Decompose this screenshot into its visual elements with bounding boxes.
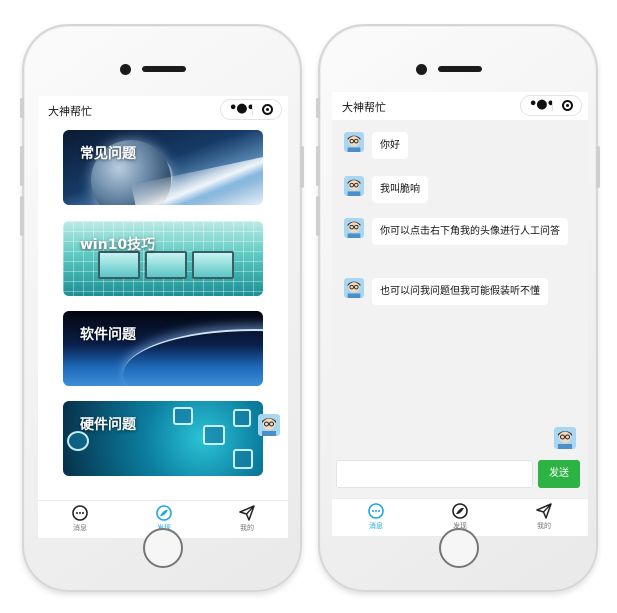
power-button [300, 146, 304, 188]
thumbs-up-icon [203, 425, 225, 445]
monitor-image [192, 251, 234, 279]
mini-program-capsule: •●• [520, 95, 582, 116]
navbar: 大神帮忙 •●• [38, 96, 288, 124]
bot-avatar [344, 278, 364, 298]
message-input[interactable] [336, 460, 533, 488]
banner-common-problems[interactable]: 常见问题 [63, 130, 263, 205]
more-menu-icon[interactable]: •●• [229, 100, 255, 119]
chat-screen: 大神帮忙 •●• 你好 我叫脆响 你可以点击右下角我的头像进行人工问答 也可以问… [332, 92, 588, 536]
paper-plane-icon [239, 505, 255, 521]
mute-switch [316, 98, 320, 118]
avatar-icon [344, 176, 364, 196]
discover-screen: 大神帮忙 •●• 常见问题 win10技巧 软件问题 硬件问题 消息 我的 [38, 96, 288, 538]
avatar-icon [344, 218, 364, 238]
capsule-divider [552, 101, 553, 111]
support-avatar-button[interactable] [258, 414, 280, 436]
more-menu-icon[interactable]: •●• [529, 96, 555, 115]
message-bubble: 你可以点击右下角我的头像进行人工问答 [372, 218, 568, 245]
bot-avatar [344, 132, 364, 152]
human-support-avatar-button[interactable] [554, 427, 576, 449]
banner-label: 常见问题 [80, 146, 136, 162]
volume-up-button [20, 146, 24, 186]
tab-mine[interactable]: 我的 [217, 504, 277, 533]
navbar: 大神帮忙 •●• [332, 92, 588, 120]
volume-down-button [20, 196, 24, 236]
tab-mine[interactable]: 我的 [514, 502, 574, 531]
planet-horizon-image [123, 329, 263, 386]
earpiece-speaker [438, 66, 482, 72]
tab-label: 消息 [73, 524, 87, 532]
clock-app-icon [233, 449, 253, 469]
message-bubble: 也可以问我问题但我可能假装听不懂 [372, 278, 548, 305]
tab-messages[interactable]: 消息 [346, 502, 406, 531]
mute-switch [20, 98, 24, 118]
tab-label: 我的 [240, 524, 254, 532]
tab-label: 我的 [537, 522, 551, 530]
bot-avatar [344, 218, 364, 238]
message-bubble: 我叫脆响 [372, 176, 428, 203]
left-phone-frame: 大神帮忙 •●• 常见问题 win10技巧 软件问题 硬件问题 消息 我的 [20, 24, 304, 592]
message-dots-icon [368, 503, 384, 519]
home-button[interactable] [143, 528, 183, 568]
avatar-icon [258, 414, 280, 436]
volume-up-button [316, 146, 320, 186]
grid-app-icon [173, 407, 193, 425]
banner-software-problems[interactable]: 软件问题 [63, 311, 263, 386]
avatar-icon [554, 427, 576, 449]
music-app-icon [233, 409, 251, 427]
message-dots-icon [72, 505, 88, 521]
tab-label: 消息 [369, 522, 383, 530]
avatar-icon [344, 278, 364, 298]
capsule-divider [252, 105, 253, 115]
mini-program-capsule: •●• [220, 99, 282, 120]
navbar-title: 大神帮忙 [48, 105, 92, 118]
compass-icon [156, 505, 172, 521]
message-bubble: 你好 [372, 132, 408, 159]
banner-win10-tips[interactable]: win10技巧 [63, 221, 263, 296]
power-button [596, 146, 600, 188]
avatar-icon [344, 132, 364, 152]
compass-icon [452, 503, 468, 519]
banner-label: win10技巧 [80, 237, 156, 253]
close-mini-program-icon[interactable] [262, 104, 273, 115]
right-phone-frame: 大神帮忙 •●• 你好 我叫脆响 你可以点击右下角我的头像进行人工问答 也可以问… [316, 24, 600, 592]
monitor-image [98, 251, 140, 279]
front-camera [120, 64, 131, 75]
bot-avatar [344, 176, 364, 196]
front-camera [416, 64, 427, 75]
monitor-image [145, 251, 187, 279]
volume-down-button [316, 196, 320, 236]
earpiece-speaker [142, 66, 186, 72]
tab-messages[interactable]: 消息 [50, 504, 110, 533]
home-button[interactable] [439, 528, 479, 568]
close-mini-program-icon[interactable] [562, 100, 573, 111]
banner-label: 软件问题 [80, 327, 136, 343]
send-button[interactable]: 发送 [538, 460, 580, 488]
camera-app-icon [67, 431, 89, 451]
paper-plane-icon [536, 503, 552, 519]
banner-hardware-problems[interactable]: 硬件问题 [63, 401, 263, 476]
tab-discover[interactable]: 发现 [430, 502, 490, 531]
chat-input-bar: 发送 [332, 457, 588, 493]
banner-label: 硬件问题 [80, 417, 136, 433]
mockup-stage: 大神帮忙 •●• 常见问题 win10技巧 软件问题 硬件问题 消息 我的 大神… [0, 0, 617, 613]
navbar-title: 大神帮忙 [342, 101, 386, 114]
